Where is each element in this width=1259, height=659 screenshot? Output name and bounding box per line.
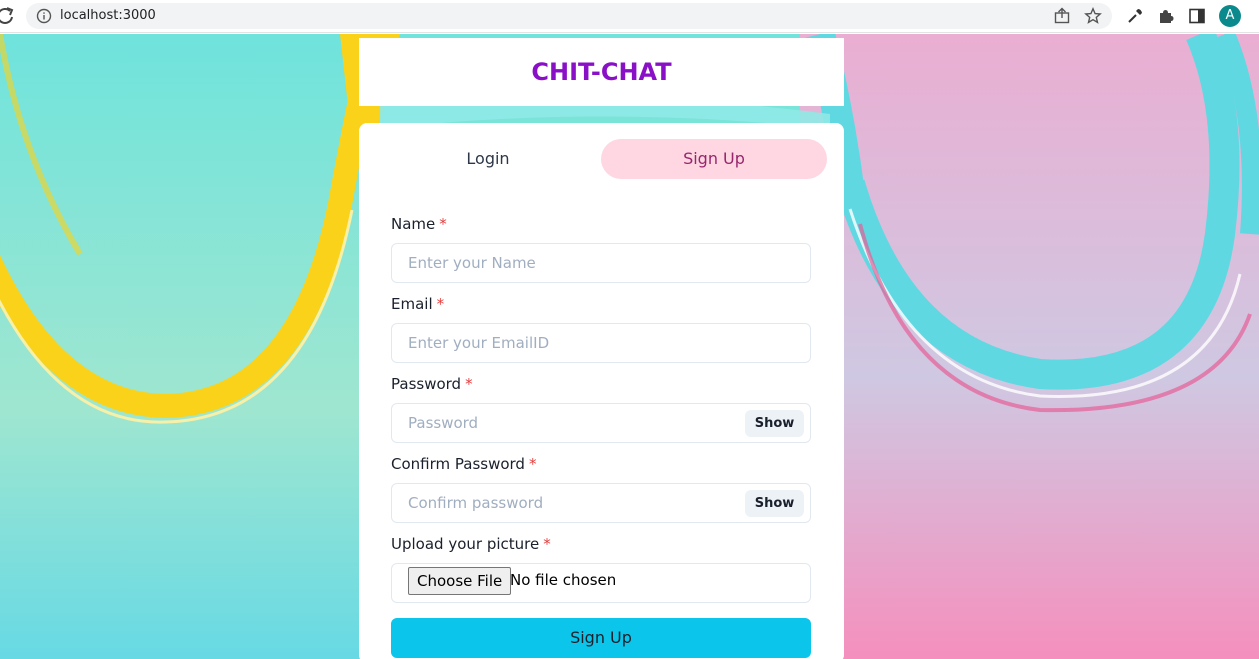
auth-card: Login Sign Up Name* Email* Password* Sho… xyxy=(359,123,844,659)
eyedropper-icon[interactable] xyxy=(1126,7,1144,25)
name-label: Name * xyxy=(391,215,447,233)
reload-icon[interactable] xyxy=(0,5,16,27)
url-text[interactable]: localhost:3000 xyxy=(60,8,156,23)
signup-submit-button[interactable]: Sign Up xyxy=(391,618,811,658)
password-label: Password * xyxy=(391,375,473,393)
tab-login[interactable]: Login xyxy=(375,139,601,179)
required-marker: * xyxy=(439,215,447,233)
side-panel-icon[interactable] xyxy=(1188,7,1206,25)
required-marker: * xyxy=(528,455,537,473)
required-marker: * xyxy=(465,375,473,393)
name-field[interactable] xyxy=(391,243,811,283)
profile-avatar[interactable]: A xyxy=(1219,5,1241,27)
picture-upload-field[interactable]: Choose File No file chosen xyxy=(391,563,811,603)
star-icon[interactable] xyxy=(1084,7,1102,25)
password-field[interactable]: Show xyxy=(391,403,811,443)
info-icon[interactable] xyxy=(36,8,52,24)
tab-signup[interactable]: Sign Up xyxy=(601,139,827,179)
required-marker: * xyxy=(436,295,445,313)
share-icon[interactable] xyxy=(1053,7,1071,25)
extensions-icon[interactable] xyxy=(1157,7,1175,25)
app-title: CHIT-CHAT xyxy=(531,58,672,86)
app-header: CHIT-CHAT xyxy=(359,38,844,106)
address-bar[interactable]: localhost:3000 xyxy=(26,3,1112,29)
password-show-button[interactable]: Show xyxy=(745,410,804,437)
choose-file-button[interactable]: Choose File xyxy=(408,567,512,595)
email-field[interactable] xyxy=(391,323,811,363)
email-input[interactable] xyxy=(392,324,810,362)
browser-toolbar: localhost:3000 A xyxy=(0,0,1259,33)
picture-label: Upload your picture * xyxy=(391,535,551,553)
file-status-text: No file chosen xyxy=(510,571,617,589)
confirm-password-label: Confirm Password * xyxy=(391,455,537,473)
confirm-show-button[interactable]: Show xyxy=(745,490,804,517)
email-label: Email * xyxy=(391,295,445,313)
required-marker: * xyxy=(543,535,551,553)
name-input[interactable] xyxy=(392,244,810,282)
confirm-password-field[interactable]: Show xyxy=(391,483,811,523)
